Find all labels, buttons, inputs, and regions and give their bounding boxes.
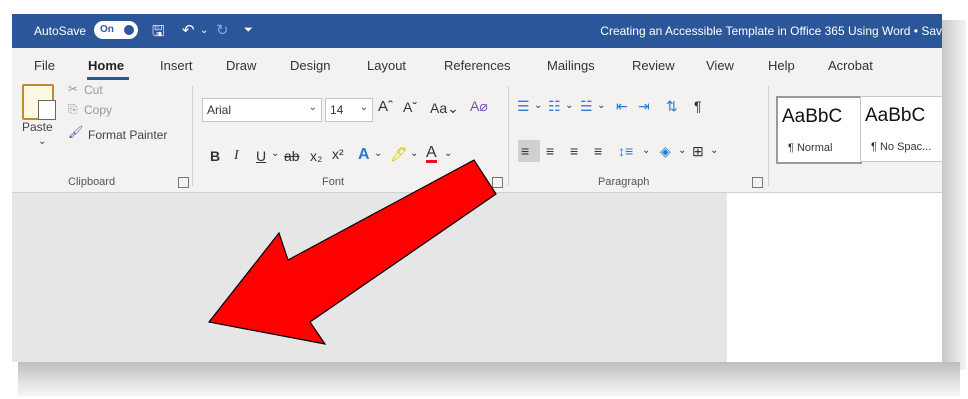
screenshot-frame: AutoSave On 🖫 ↶ ⌄ ↻ ⏷ Creating an Access… bbox=[0, 0, 968, 399]
annotation-arrow bbox=[207, 159, 497, 345]
arrow-shape bbox=[207, 159, 497, 345]
word-window: AutoSave On 🖫 ↶ ⌄ ↻ ⏷ Creating an Access… bbox=[12, 14, 942, 362]
drop-shadow bbox=[18, 362, 960, 396]
drop-shadow bbox=[942, 20, 966, 370]
